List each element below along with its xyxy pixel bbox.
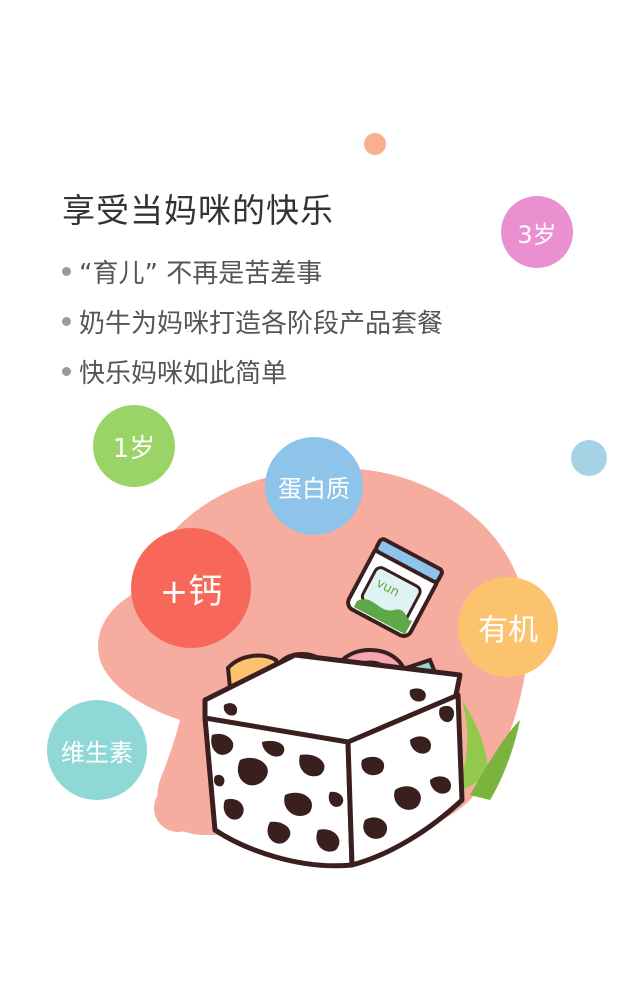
tag-1-year-label: 1岁 [112,433,156,464]
cow-print-box [202,648,465,869]
tag-calcium-label: +钙 [159,571,223,612]
tag-1-year: 1岁 [93,405,175,487]
tag-protein: 蛋白质 [265,437,363,535]
tag-organic-label: 有机 [478,613,538,648]
tag-vitamin: 维生素 [47,700,147,800]
tag-3-years: 3岁 [501,196,573,268]
tag-calcium: +钙 [131,528,251,648]
tag-organic: 有机 [458,577,558,677]
tag-vitamin-label: 维生素 [61,738,133,767]
tag-3-years-label: 3岁 [517,220,557,249]
tag-protein-label: 蛋白质 [278,474,350,503]
